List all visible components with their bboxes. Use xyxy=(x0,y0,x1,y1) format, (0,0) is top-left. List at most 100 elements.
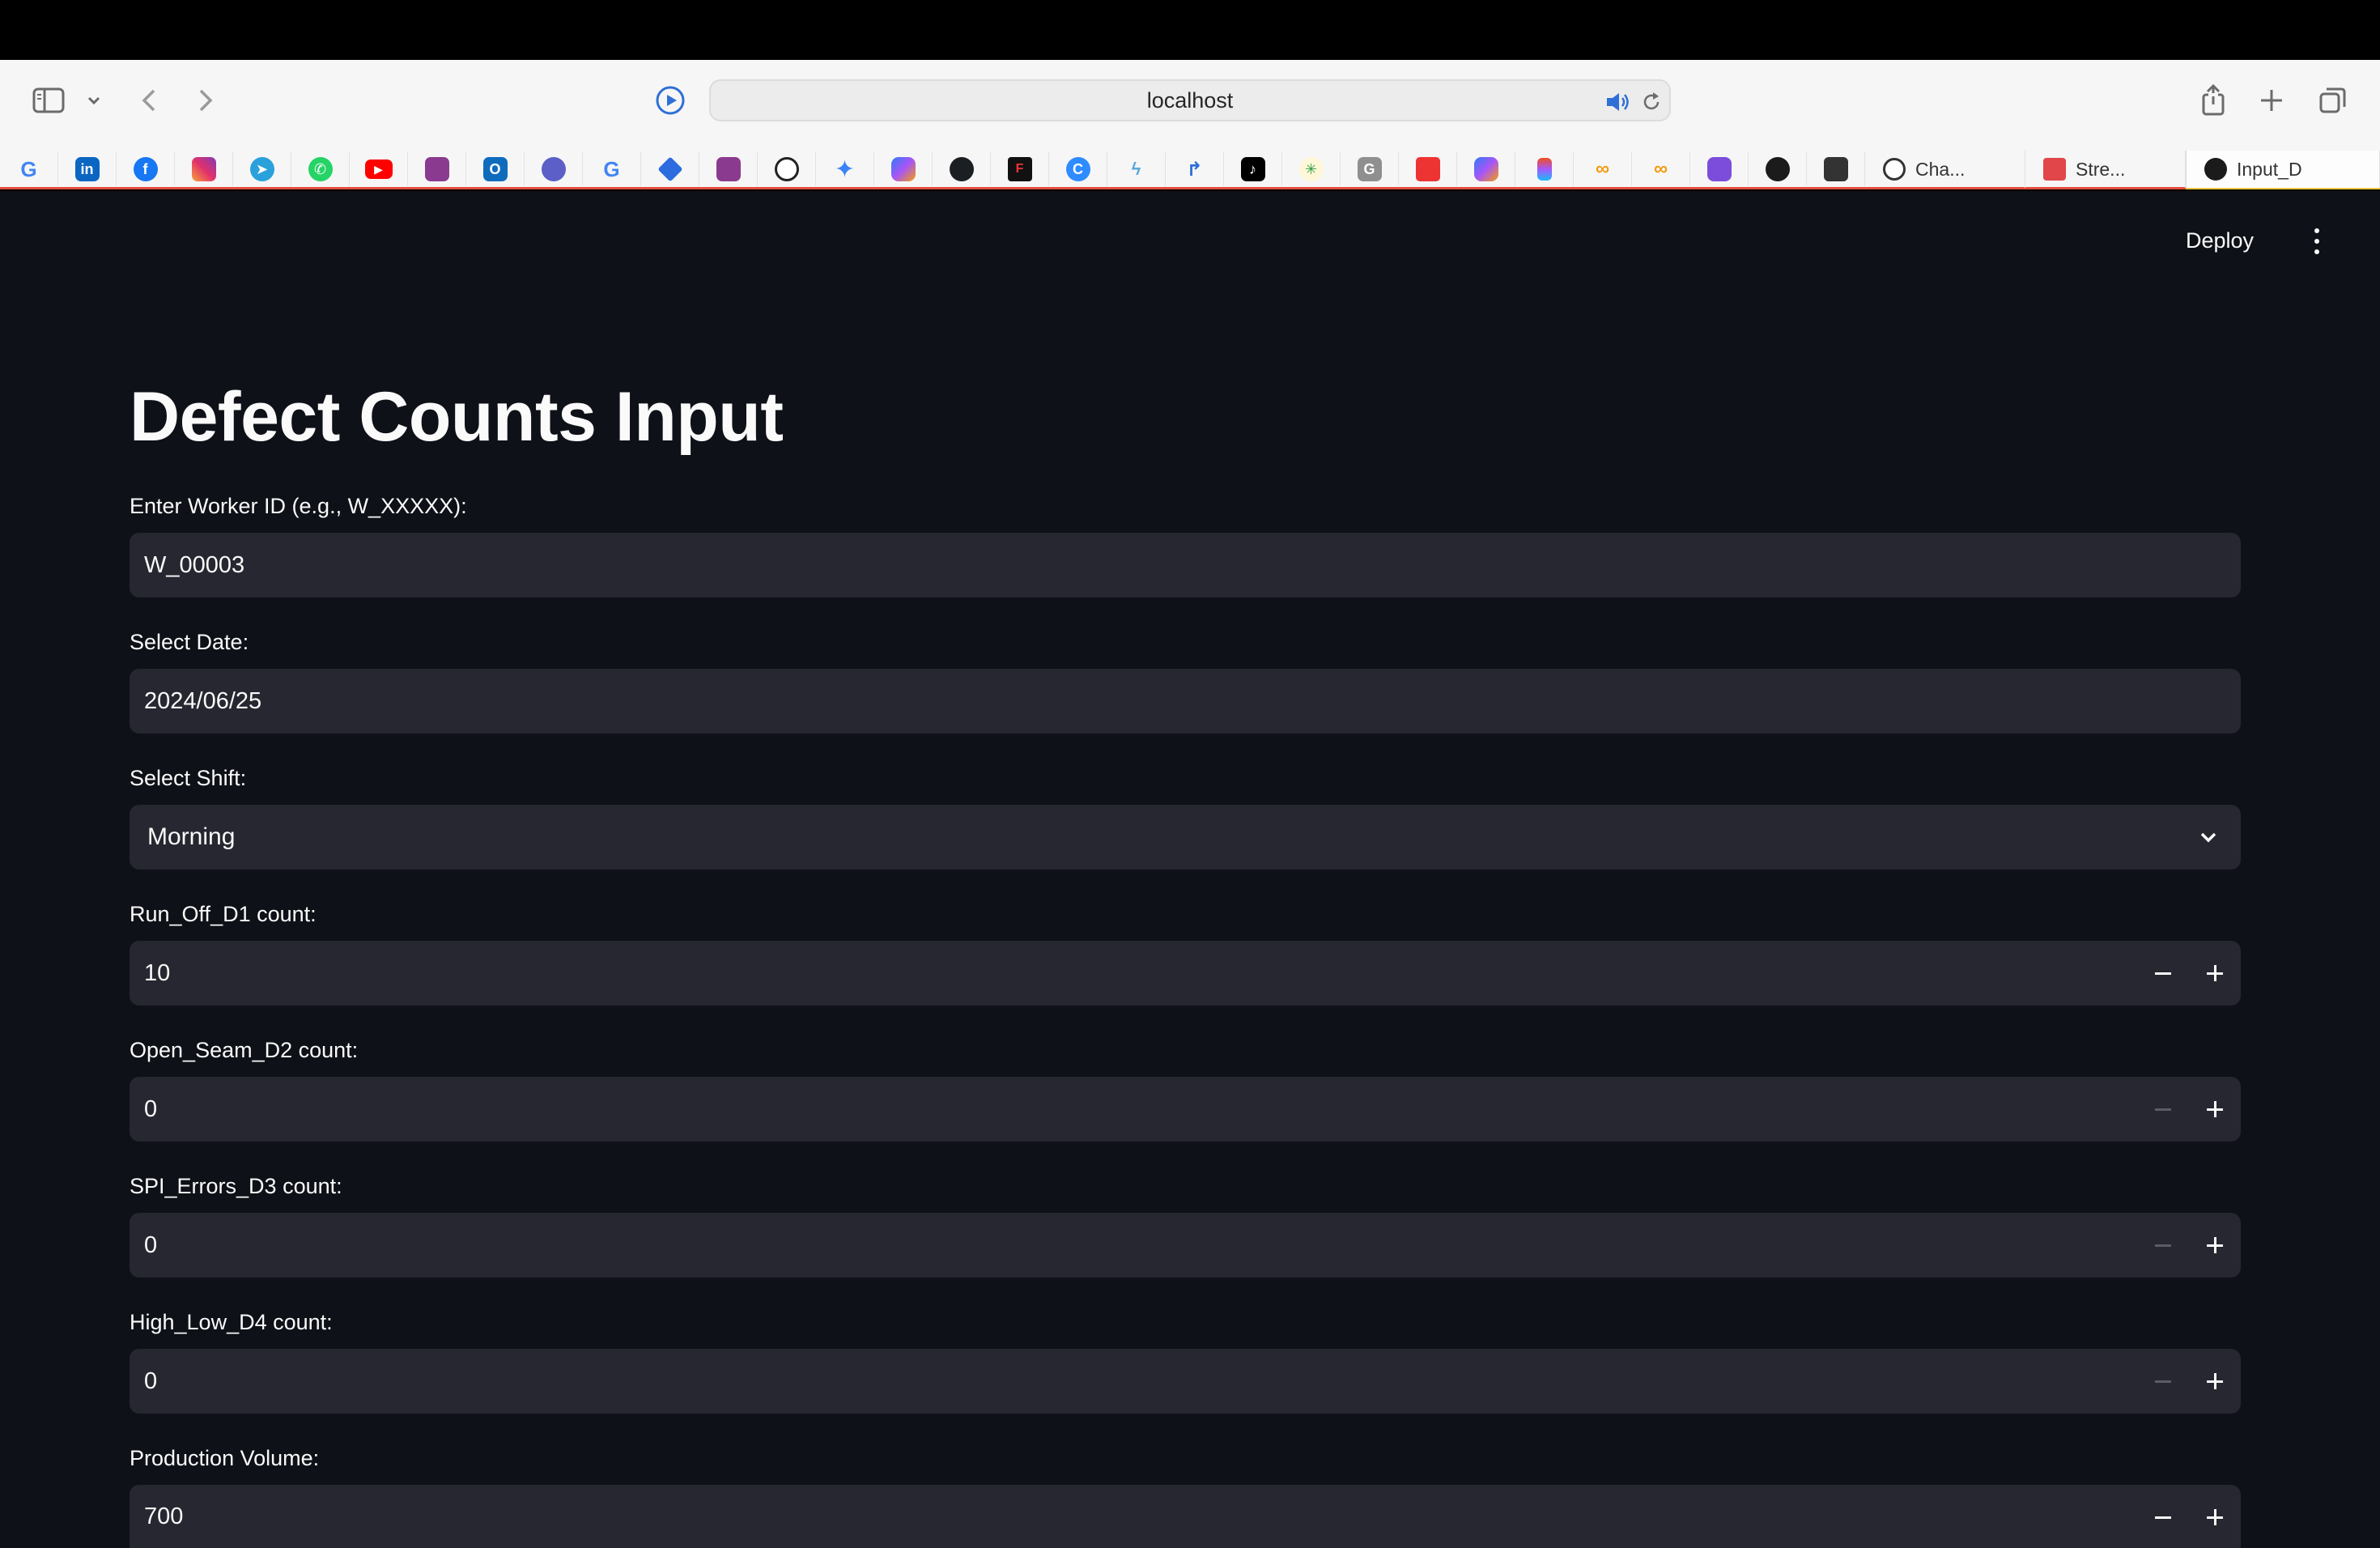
address-bar[interactable]: localhost xyxy=(709,79,1671,121)
tab-strip-accent xyxy=(0,187,2186,189)
open-seam-stepper xyxy=(2137,1077,2241,1142)
production-volume-increment-button[interactable] xyxy=(2189,1485,2241,1548)
favorite-copilot-2-icon[interactable] xyxy=(1457,152,1515,186)
favorite-university-2-icon[interactable] xyxy=(699,152,758,186)
streamlit-icon xyxy=(2043,158,2066,181)
plus-icon xyxy=(2207,965,2223,981)
share-icon[interactable] xyxy=(2197,81,2229,118)
high-low-label: High_Low_D4 count: xyxy=(130,1310,333,1334)
favorite-loop-icon[interactable]: ∞ xyxy=(1574,152,1632,186)
shift-select[interactable]: Morning xyxy=(130,805,2241,870)
tab-label: Cha... xyxy=(1915,158,1966,180)
favorite-copilot-icon[interactable] xyxy=(874,152,933,186)
production-volume-decrement-button[interactable] xyxy=(2137,1485,2189,1548)
tab-strip: G in f ➤ ✆ ▶ O G ✦ F C ϟ ↱ ♪ ✳ G ∞ ∞ Cha… xyxy=(0,144,2380,189)
favorite-badge-icon[interactable] xyxy=(1690,152,1749,186)
favorite-youtube-icon[interactable]: ▶ xyxy=(350,152,408,186)
favorite-crown-icon[interactable] xyxy=(1749,152,1807,186)
high-low-decrement-button[interactable] xyxy=(2137,1349,2189,1414)
favorite-arrow-icon[interactable]: ↱ xyxy=(1166,152,1224,186)
high-low-stepper xyxy=(2137,1349,2241,1414)
favorite-instagram-icon[interactable] xyxy=(175,152,233,186)
plus-icon xyxy=(2207,1373,2223,1389)
favorite-outlook-icon[interactable]: O xyxy=(466,152,525,186)
favorite-google-2-icon[interactable]: G xyxy=(583,152,641,186)
favorite-bolt-icon[interactable]: ϟ xyxy=(1107,152,1166,186)
worker-id-label: Enter Worker ID (e.g., W_XXXXX): xyxy=(130,494,467,518)
favorite-c-icon[interactable]: C xyxy=(1049,152,1107,186)
minus-icon xyxy=(2155,972,2171,975)
favorite-openai-icon[interactable] xyxy=(758,152,816,186)
open-seam-decrement-button[interactable] xyxy=(2137,1077,2189,1142)
production-volume-value: 700 xyxy=(144,1503,184,1529)
reload-icon[interactable] xyxy=(1640,91,1663,113)
favorite-star-icon[interactable]: ✳ xyxy=(1282,152,1341,186)
run-off-number-input[interactable]: 10 xyxy=(130,941,2241,1006)
run-off-increment-button[interactable] xyxy=(2189,941,2241,1006)
tab-input-active[interactable]: Input_D xyxy=(2186,151,2380,188)
favorite-graduation-icon[interactable] xyxy=(641,152,699,186)
high-low-number-input[interactable]: 0 xyxy=(130,1349,2241,1414)
favorite-grid-icon[interactable] xyxy=(1399,152,1457,186)
minus-icon xyxy=(2155,1108,2171,1111)
spi-errors-label: SPI_Errors_D3 count: xyxy=(130,1174,342,1198)
open-seam-label: Open_Seam_D2 count: xyxy=(130,1038,359,1062)
new-tab-icon[interactable] xyxy=(2255,84,2288,117)
open-seam-number-input[interactable]: 0 xyxy=(130,1077,2241,1142)
media-play-icon[interactable] xyxy=(654,84,686,117)
favorite-framer-icon[interactable]: F xyxy=(991,152,1049,186)
favorite-github-icon[interactable] xyxy=(933,152,991,186)
open-seam-increment-button[interactable] xyxy=(2189,1077,2241,1142)
spi-errors-stepper xyxy=(2137,1213,2241,1278)
plus-icon xyxy=(2207,1237,2223,1253)
production-volume-number-input[interactable]: 700 xyxy=(130,1485,2241,1548)
minus-icon xyxy=(2155,1380,2171,1383)
favorite-tiktok-icon[interactable]: ♪ xyxy=(1224,152,1282,186)
run-off-decrement-button[interactable] xyxy=(2137,941,2189,1006)
screen-top-bar xyxy=(0,0,2380,60)
tab-chatgpt[interactable]: Cha... xyxy=(1865,151,2025,188)
forward-icon[interactable] xyxy=(193,84,219,117)
favorite-loop-2-icon[interactable]: ∞ xyxy=(1632,152,1690,186)
shift-label: Select Shift: xyxy=(130,766,247,790)
tab-label: Stre... xyxy=(2076,158,2126,180)
favorite-university-icon[interactable] xyxy=(408,152,466,186)
run-off-stepper xyxy=(2137,941,2241,1006)
favorite-google-icon[interactable]: G xyxy=(0,152,58,186)
open-seam-value: 0 xyxy=(144,1095,158,1122)
plus-icon xyxy=(2207,1101,2223,1117)
more-menu-icon[interactable] xyxy=(2306,225,2328,257)
deploy-button[interactable]: Deploy xyxy=(2186,228,2254,253)
favorite-robot-icon[interactable] xyxy=(1807,152,1865,186)
favorite-telegram-icon[interactable]: ➤ xyxy=(233,152,291,186)
minus-icon xyxy=(2155,1244,2171,1247)
date-field[interactable]: 2024/06/25 xyxy=(130,669,2241,734)
favorite-grammarly-icon[interactable]: G xyxy=(1341,152,1399,186)
openai-icon xyxy=(1883,158,1906,181)
speaker-icon[interactable] xyxy=(1604,91,1632,113)
date-value: 2024/06/25 xyxy=(144,687,262,714)
run-off-value: 10 xyxy=(144,959,171,986)
spi-errors-value: 0 xyxy=(144,1231,158,1258)
favorite-linkedin-icon[interactable]: in xyxy=(58,152,117,186)
worker-id-input[interactable] xyxy=(144,551,2006,579)
spi-errors-number-input[interactable]: 0 xyxy=(130,1213,2241,1278)
sidebar-toggle-icon[interactable] xyxy=(31,84,66,117)
minus-icon xyxy=(2155,1516,2171,1519)
worker-id-field[interactable] xyxy=(130,533,2241,598)
run-off-label: Run_Off_D1 count: xyxy=(130,902,317,926)
date-label: Select Date: xyxy=(130,630,249,654)
tab-streamlit[interactable]: Stre... xyxy=(2025,151,2186,188)
tab-overview-icon[interactable] xyxy=(2317,84,2349,117)
favorite-figma-icon[interactable] xyxy=(1515,152,1574,186)
favorite-facebook-icon[interactable]: f xyxy=(117,152,175,186)
chevron-down-icon xyxy=(2197,826,2220,855)
spi-errors-decrement-button[interactable] xyxy=(2137,1213,2189,1278)
back-icon[interactable] xyxy=(136,84,162,117)
favorite-gemini-icon[interactable]: ✦ xyxy=(816,152,874,186)
spi-errors-increment-button[interactable] xyxy=(2189,1213,2241,1278)
chevron-down-icon[interactable] xyxy=(84,91,104,110)
favorite-whatsapp-icon[interactable]: ✆ xyxy=(291,152,350,186)
favorite-hexagon-icon[interactable] xyxy=(525,152,583,186)
high-low-increment-button[interactable] xyxy=(2189,1349,2241,1414)
